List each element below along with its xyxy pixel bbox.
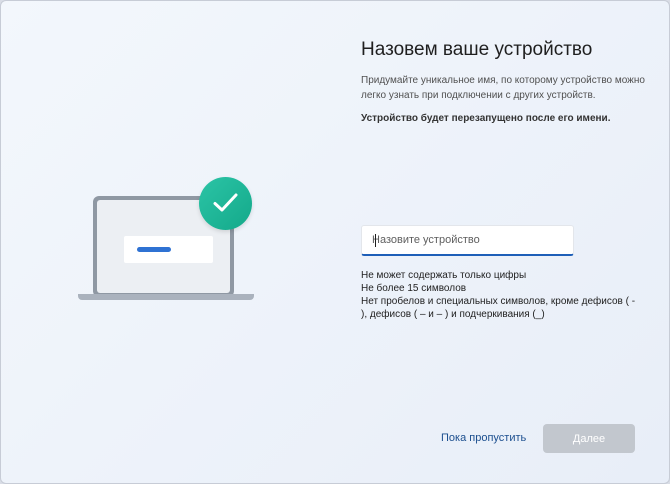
restart-notice: Устройство будет перезапущено после его … [361,113,611,124]
page-subtitle: Придумайте уникальное имя, по которому у… [361,75,645,101]
rule-item: Нет пробелов и специальных символов, кро… [361,296,636,320]
device-name-input[interactable] [372,226,572,253]
device-illustration [71,171,261,311]
rule-item: Не может содержать только цифры [361,270,527,281]
page-title: Назовем ваше устройство [361,39,593,60]
laptop-base [78,294,254,300]
screen-accent-bar [137,247,171,252]
setup-window: Назовем ваше устройство Придумайте уника… [0,0,670,484]
rule-item: Не более 15 символов [361,283,467,294]
name-requirements: Не может содержать только цифры Не более… [361,269,641,321]
device-name-field[interactable] [361,225,574,256]
text-caret [375,234,376,247]
next-button[interactable]: Далее [543,424,635,453]
skip-link[interactable]: Пока пропустить [441,432,526,444]
screen-card [124,236,213,263]
checkmark-icon [199,177,252,230]
